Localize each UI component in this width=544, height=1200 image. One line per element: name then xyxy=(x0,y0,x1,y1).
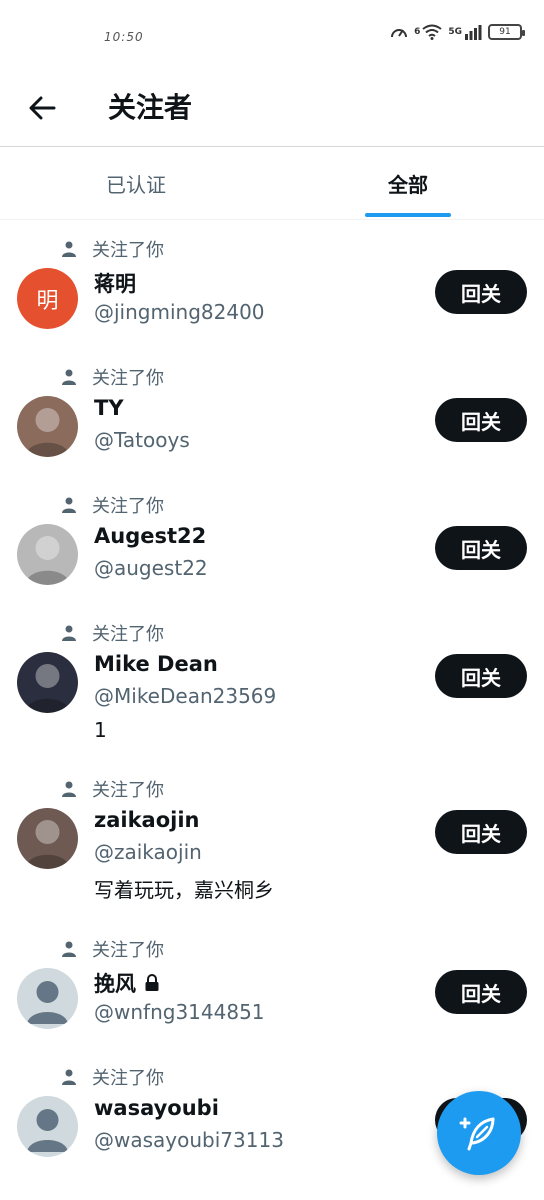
avatar[interactable]: 明 xyxy=(17,268,78,329)
wifi-icon xyxy=(422,24,442,40)
photo-avatar-icon xyxy=(25,820,70,869)
avatar[interactable] xyxy=(17,1096,78,1157)
name-row: Mike Dean xyxy=(94,652,218,676)
status-icons: 6 5G 91 xyxy=(390,24,525,40)
display-name[interactable]: zaikaojin xyxy=(94,808,200,832)
name-row: Augest22 xyxy=(94,524,206,548)
lock-icon xyxy=(145,974,159,991)
follows-you-text: 关注了你 xyxy=(92,780,164,801)
tab-verified-label: 已认证 xyxy=(106,172,166,197)
default-avatar-icon xyxy=(27,1109,68,1152)
avatar[interactable] xyxy=(17,808,78,869)
status-bar: 10:50 6 5G 91 xyxy=(0,0,544,70)
follows-you-text: 关注了你 xyxy=(92,496,164,517)
follows-you-text: 关注了你 xyxy=(92,940,164,961)
handle: @MikeDean23569 xyxy=(94,684,277,708)
display-name[interactable]: Augest22 xyxy=(94,524,206,548)
follows-you-label: 关注了你 xyxy=(60,776,164,802)
display-name[interactable]: Mike Dean xyxy=(94,652,218,676)
person-icon xyxy=(62,1069,76,1085)
follows-you-label: 关注了你 xyxy=(60,936,164,962)
tab-verified[interactable]: 已认证 xyxy=(0,147,272,219)
name-row: 蒋明 xyxy=(94,268,136,298)
speed-gauge-icon xyxy=(390,24,408,40)
display-name[interactable]: 挽风 xyxy=(94,968,136,998)
follower-item[interactable]: 关注了你 TY @Tatooys 回关 xyxy=(0,348,544,476)
name-row: TY xyxy=(94,396,124,420)
follow-back-button[interactable]: 回关 xyxy=(435,270,527,314)
name-row: 挽风 xyxy=(94,968,160,998)
follows-you-label: 关注了你 xyxy=(60,364,164,390)
person-icon xyxy=(62,941,76,957)
avatar[interactable] xyxy=(17,652,78,713)
display-name[interactable]: 蒋明 xyxy=(94,268,136,298)
follows-you-text: 关注了你 xyxy=(92,368,164,389)
network-label: 5G xyxy=(448,27,462,37)
page-title: 关注者 xyxy=(108,91,193,124)
follow-back-button[interactable]: 回关 xyxy=(435,810,527,854)
follower-item[interactable]: 关注了你挽风 @wnfng3144851 回关 xyxy=(0,920,544,1048)
battery-icon: 91 xyxy=(488,24,525,40)
follower-item[interactable]: 关注了你 zaikaojin @zaikaojin 写着玩玩，嘉兴桐乡 回关 xyxy=(0,760,544,920)
bio: 1 xyxy=(94,718,107,742)
avatar[interactable] xyxy=(17,524,78,585)
person-icon xyxy=(62,369,76,385)
handle: @wasayoubi73113 xyxy=(94,1128,284,1152)
person-icon xyxy=(62,781,76,797)
wifi-label: 6 xyxy=(414,27,421,37)
photo-avatar-icon xyxy=(25,536,70,585)
photo-avatar-icon xyxy=(25,408,70,457)
bio: 写着玩玩，嘉兴桐乡 xyxy=(94,878,274,902)
battery-level: 91 xyxy=(499,27,511,37)
tab-active-indicator xyxy=(365,213,451,217)
tab-all-label: 全部 xyxy=(388,172,428,197)
follows-you-text: 关注了你 xyxy=(92,1068,164,1089)
person-icon xyxy=(62,625,76,641)
name-row: zaikaojin xyxy=(94,808,200,832)
display-name[interactable]: TY xyxy=(94,396,124,420)
screen: 10:50 6 5G 91 关注者 已认证 全部 关注了你 明 蒋明 @jing… xyxy=(0,0,544,1200)
follow-back-button[interactable]: 回关 xyxy=(435,526,527,570)
arrow-left-icon xyxy=(29,96,56,120)
follows-you-label: 关注了你 xyxy=(60,236,164,262)
display-name[interactable]: wasayoubi xyxy=(94,1096,219,1120)
follower-item[interactable]: 关注了你 Augest22 @augest22 回关 xyxy=(0,476,544,604)
person-icon xyxy=(62,497,76,513)
avatar-initial: 明 xyxy=(36,288,59,314)
follows-you-label: 关注了你 xyxy=(60,1064,164,1090)
handle: @jingming82400 xyxy=(94,300,265,324)
avatar[interactable] xyxy=(17,968,78,1029)
follows-you-text: 关注了你 xyxy=(92,624,164,645)
default-avatar-icon xyxy=(27,981,68,1024)
follows-you-label: 关注了你 xyxy=(60,620,164,646)
follower-item[interactable]: 关注了你明 蒋明 @jingming82400 回关 xyxy=(0,220,544,348)
follow-back-button[interactable]: 回关 xyxy=(435,970,527,1014)
follows-you-text: 关注了你 xyxy=(92,240,164,261)
name-row: wasayoubi xyxy=(94,1096,219,1120)
signal-icon xyxy=(464,24,482,40)
handle: @augest22 xyxy=(94,556,208,580)
follows-you-label: 关注了你 xyxy=(60,492,164,518)
follow-back-button[interactable]: 回关 xyxy=(435,398,527,442)
compose-button[interactable] xyxy=(437,1091,521,1175)
tab-all[interactable]: 全部 xyxy=(272,147,544,219)
back-button[interactable] xyxy=(22,88,62,128)
handle: @wnfng3144851 xyxy=(94,1000,265,1024)
status-time: 10:50 xyxy=(104,30,144,44)
header: 关注者 xyxy=(0,70,544,146)
tab-bar: 已认证 全部 xyxy=(0,147,544,219)
handle: @zaikaojin xyxy=(94,840,202,864)
person-icon xyxy=(62,241,76,257)
photo-avatar-icon xyxy=(25,664,70,713)
handle: @Tatooys xyxy=(94,428,190,452)
avatar[interactable] xyxy=(17,396,78,457)
follower-item[interactable]: 关注了你 Mike Dean @MikeDean23569 1 回关 xyxy=(0,604,544,760)
follow-back-button[interactable]: 回关 xyxy=(435,654,527,698)
compose-feather-icon xyxy=(459,1117,495,1151)
